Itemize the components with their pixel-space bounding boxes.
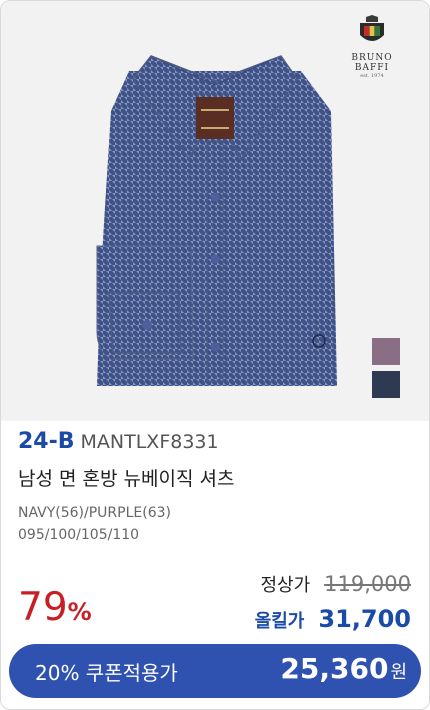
brand-est: est. 1974	[360, 73, 384, 79]
regular-price-label: 정상가	[260, 575, 311, 596]
product-image[interactable]: BRUNO BAFFI est. 1974	[1, 1, 429, 421]
product-code-prefix: 24-B	[18, 429, 75, 454]
product-title[interactable]: 남성 면 혼방 뉴베이직 셔츠	[18, 464, 234, 491]
product-code-line: 24-B MANTLXF8331	[18, 429, 219, 454]
sale-price-value: 31,700	[318, 605, 411, 633]
discount-percent-sign: %	[67, 598, 92, 626]
coupon-label: 20% 쿠폰적용가	[35, 661, 178, 685]
product-card[interactable]: BRUNO BAFFI est. 1974 24-B MANTLXF8331 남성…	[0, 0, 430, 710]
coupon-price-value: 25,360	[280, 652, 389, 685]
regular-price-row: 정상가 119,000	[260, 571, 411, 597]
product-colors: NAVY(56)/PURPLE(63)	[18, 505, 171, 521]
brand-name: BRUNO BAFFI	[351, 53, 393, 73]
discount-number: 79	[18, 585, 68, 630]
coupon-price-button[interactable]: 20% 쿠폰적용가 25,360 원	[9, 644, 421, 698]
product-sizes: 095/100/105/110	[18, 527, 140, 543]
sale-price-row: 올킬가 31,700	[255, 605, 411, 633]
color-swatch-purple[interactable]	[372, 338, 400, 365]
crest-icon	[360, 15, 384, 41]
regular-price-value: 119,000	[324, 572, 411, 596]
discount-rate: 79%	[18, 585, 92, 630]
sale-price-label: 올킬가	[254, 611, 305, 632]
product-code: MANTLXF8331	[80, 431, 219, 453]
color-swatch-navy[interactable]	[372, 371, 400, 398]
coupon-price-unit: 원	[390, 662, 407, 683]
coupon-price: 25,360 원	[280, 652, 407, 685]
brand-logo: BRUNO BAFFI est. 1974	[337, 15, 407, 79]
